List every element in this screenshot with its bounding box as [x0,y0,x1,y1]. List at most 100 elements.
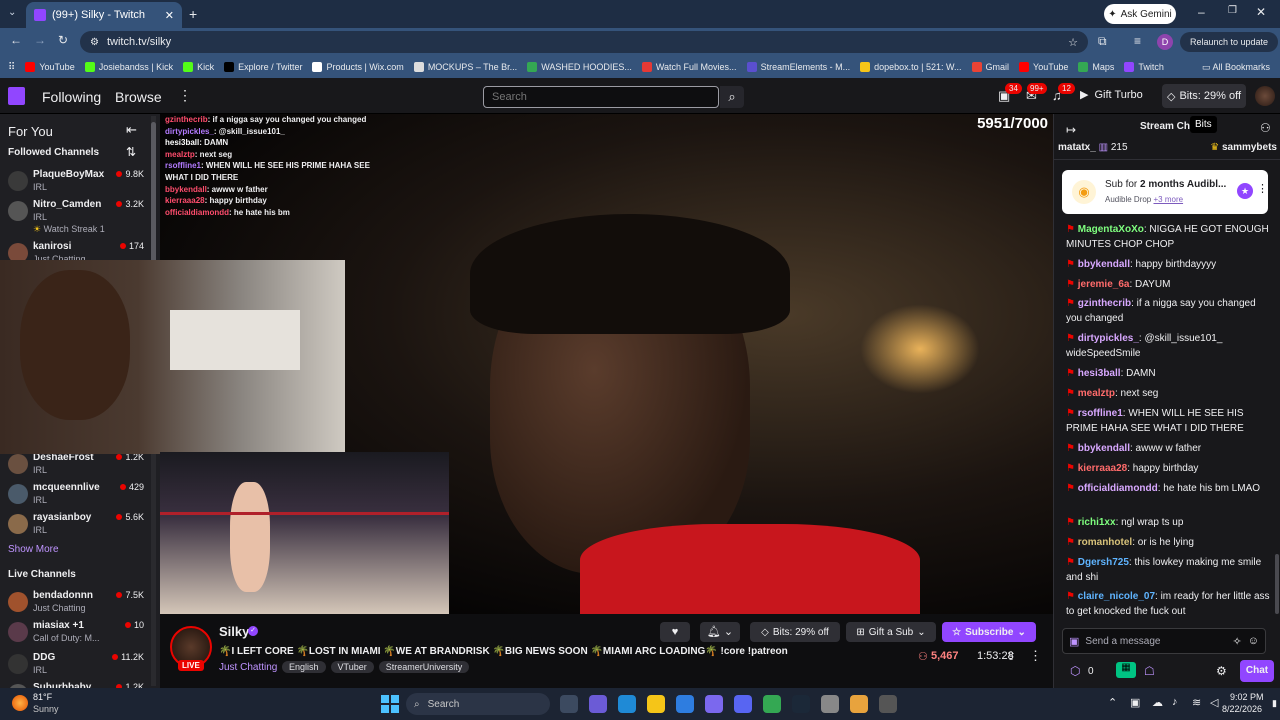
bookmark-item[interactable]: Products | Wix.com [312,62,404,72]
following-link[interactable]: Following [42,89,101,105]
discord-icon[interactable] [734,695,752,713]
sidebar-channel-item[interactable]: PlaqueBoyMax IRL 9.8K [8,167,154,197]
chat-username[interactable]: romanhotel [1078,537,1132,548]
bookmark-item[interactable]: Maps [1078,62,1114,72]
chat-username[interactable]: mealztp [1078,388,1115,399]
chat-username[interactable]: Dgersh725 [1078,557,1129,568]
bookmark-item[interactable]: YouTube [1019,62,1068,72]
chat-username[interactable]: officialdiamondd [1078,483,1158,494]
subscribe-button[interactable]: ☆ Subscribe ⌄ [942,622,1036,642]
bookmark-item[interactable]: WASHED HOODIES... [527,62,632,72]
bits-cheer-icon[interactable]: ✧ [1233,635,1242,648]
collapse-sidebar-icon[interactable]: ⇤ [126,122,137,138]
site-info-icon[interactable]: ⚙ [90,37,99,48]
video-player[interactable]: gzinthecrib: if a nigga say you changed … [0,114,1053,614]
windows-start-icon[interactable] [381,695,399,713]
extensions-icon[interactable]: ⧉ [1098,34,1107,49]
bits-button[interactable]: ◇ Bits: 29% off [1162,84,1246,108]
stream-tag[interactable]: English [282,661,326,673]
mic-icon[interactable]: ♪ [1172,696,1178,708]
minimize-icon[interactable]: – [1198,5,1205,19]
weather-sun-icon[interactable] [12,695,28,711]
sidebar-channel-item[interactable]: DDG IRL 11.2K [8,650,154,680]
robot-icon[interactable]: ☖ [1144,664,1155,678]
browser-tab-twitch[interactable]: (99+) Silky - Twitch ✕ [26,2,182,28]
drop-more-link[interactable]: +3 more [1153,195,1183,204]
chat-username[interactable]: rsoffline1 [1078,408,1123,419]
sidebar-channel-item[interactable]: miasiax +1 Call of Duty: M... 10 [8,618,154,648]
leaderboard-left[interactable]: matatx_ ▥ 215 [1058,142,1128,159]
close-window-icon[interactable]: ✕ [1256,5,1266,19]
clock-date[interactable]: 8/22/2026 [1222,704,1262,714]
chat-username[interactable]: hesi3ball [1078,368,1121,379]
chrome-icon[interactable] [763,695,781,713]
predictions-icon[interactable]: ▦ [1116,662,1136,678]
share-icon[interactable]: ⇪ [1006,649,1016,663]
chat-username[interactable]: bbykendall [1078,259,1130,270]
community-icon[interactable]: ⚇ [1260,121,1271,135]
app-icon[interactable] [879,695,897,713]
chat-username[interactable]: richi1xx [1078,517,1116,528]
chat-input-box[interactable]: ▣ Send a message ✧ ☺ [1062,628,1266,654]
bookmark-item[interactable]: MOCKUPS – The Br... [413,62,517,72]
tray-app-icon[interactable]: ▣ [1130,696,1140,709]
bookmark-item[interactable]: Gmail [971,62,1009,72]
sidebar-channel-item[interactable]: bendadonnn Just Chatting 7.5K [8,588,154,618]
chat-username[interactable]: gzinthecrib [1078,298,1131,309]
gift-turbo-button[interactable]: ▶ Gift Turbo [1080,88,1143,102]
sort-icon[interactable]: ⇅ [126,145,136,159]
edge-icon[interactable] [618,695,636,713]
leaderboard-right[interactable]: ♛ sammybets [1210,142,1277,159]
apps-icon[interactable] [705,695,723,713]
drop-campaign-card[interactable]: ◉ Sub for 2 months Audibl... Audible Dro… [1062,170,1268,214]
chat-scroll-thumb[interactable] [1275,554,1279,614]
back-icon[interactable]: ← [10,33,22,47]
notification-bell-icon[interactable]: 🔔︎ ⌄ [700,622,740,642]
bits-offer-button[interactable]: ◇ Bits: 29% off [750,622,840,642]
taskbar-search[interactable]: ⌕ Search [406,693,550,715]
category-link[interactable]: Just Chatting [219,662,277,673]
tab-search-icon[interactable]: ⌄ [8,7,16,18]
volume-icon[interactable]: ◁ [1210,696,1218,709]
chat-badge-icon[interactable]: ▣ [1069,635,1079,648]
browse-link[interactable]: Browse [115,89,162,105]
chat-username[interactable]: jeremie_6a [1078,279,1130,290]
sidebar-channel-item[interactable]: mcqueennlive IRL 429 [8,480,154,510]
bookmark-item[interactable]: Josiebandss | Kick [84,62,173,72]
bookmark-item[interactable]: YouTube [25,62,75,72]
channel-points-icon[interactable]: ⬡ [1070,664,1080,678]
wifi-icon[interactable]: ≋ [1192,696,1201,709]
gift-sub-button[interactable]: ⊞ Gift a Sub ⌄ [846,622,936,642]
bookmark-item[interactable]: Explore / Twitter [224,62,302,72]
cloud-icon[interactable]: ☁ [1152,696,1163,709]
store-icon[interactable] [676,695,694,713]
new-tab-button[interactable]: + [189,6,197,22]
stream-tag[interactable]: StreamerUniversity [378,661,470,673]
search-input[interactable] [483,86,719,108]
apps-grid-icon[interactable]: ⠿ [8,62,15,73]
media-controls-icon[interactable]: ≡ [1134,34,1141,48]
drop-options-icon[interactable]: ⋮ [1257,182,1268,195]
chat-username[interactable]: kierraaa28 [1078,463,1128,474]
emote-picker-icon[interactable]: ☺ [1248,635,1259,647]
follow-heart-icon[interactable]: ♥ [660,622,690,642]
close-tab-icon[interactable]: ✕ [165,9,174,22]
tray-overflow-icon[interactable]: ⌃ [1108,696,1117,709]
stream-tag[interactable]: VTuber [330,661,374,673]
settings-icon[interactable] [821,695,839,713]
show-more-link[interactable]: Show More [8,544,59,555]
steam-icon[interactable] [792,695,810,713]
file-explorer-icon[interactable] [647,695,665,713]
channel-name[interactable]: Silky [219,624,249,639]
bookmark-item[interactable]: Twitch [1124,62,1164,72]
ask-gemini-button[interactable]: ✦ Ask Gemini [1104,4,1176,24]
more-menu-icon[interactable]: ⋮ [178,87,192,104]
sidebar-channel-item[interactable]: rayasianboy IRL 5.6K [8,510,154,540]
search-icon[interactable]: ⌕ [720,86,744,108]
user-avatar[interactable] [1255,86,1275,106]
sidebar-channel-item[interactable]: DeshaeFrost IRL 1.2K [8,450,154,480]
more-options-icon[interactable]: ⋮ [1029,648,1042,664]
notification-center-icon[interactable]: ▮ [1272,698,1277,709]
clock-time[interactable]: 9:02 PM [1230,692,1264,702]
chat-username[interactable]: MagentaXoXo [1078,224,1144,235]
